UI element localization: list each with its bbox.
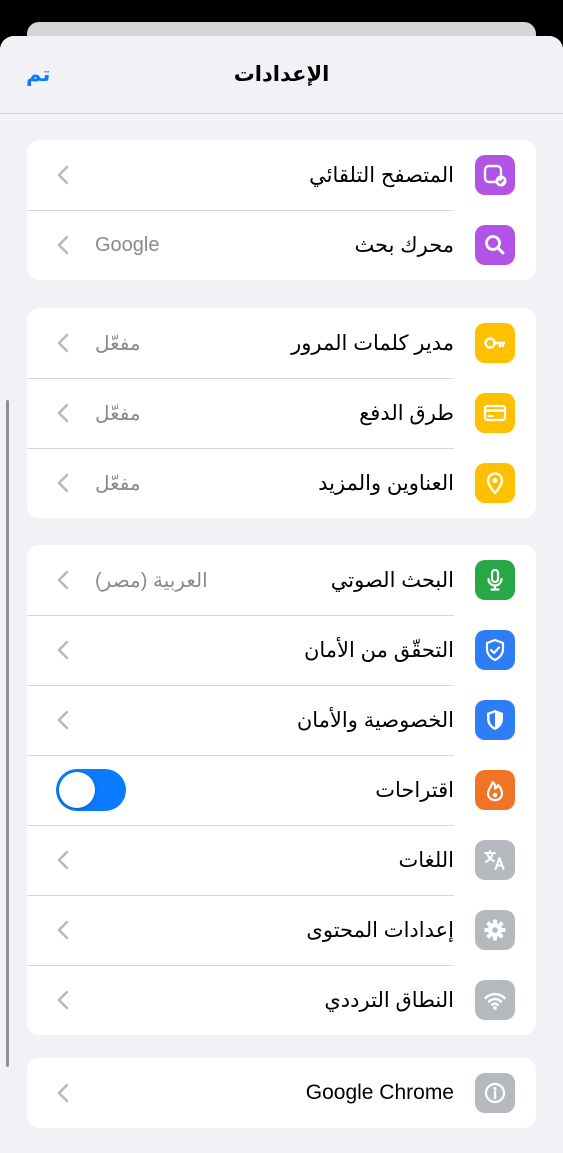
flame-icon xyxy=(475,770,515,810)
row-safety-check[interactable]: التحقّق من الأمان xyxy=(27,615,536,685)
chevron-left-icon xyxy=(53,333,69,353)
row-suggestions: اقتراحات xyxy=(27,755,536,825)
row-label: النطاق الترددي xyxy=(324,988,454,1012)
row-value: العربية (مصر) xyxy=(95,569,208,592)
chevron-left-icon xyxy=(53,1083,69,1103)
row-value: Google xyxy=(95,233,160,256)
credit-card-icon xyxy=(475,393,515,433)
chevron-left-icon xyxy=(53,473,69,493)
row-label: طرق الدفع xyxy=(359,401,454,425)
row-value: مفعّل xyxy=(95,472,141,495)
shield-check-icon xyxy=(475,630,515,670)
shield-icon xyxy=(475,700,515,740)
search-icon xyxy=(475,225,515,265)
row-label: العناوين والمزيد xyxy=(318,471,454,495)
chevron-left-icon xyxy=(53,640,69,660)
row-label: Google Chrome xyxy=(305,1081,454,1104)
row-voice-search[interactable]: البحث الصوتي العربية (مصر) xyxy=(27,545,536,615)
settings-group-general: البحث الصوتي العربية (مصر) التحقّق من ال… xyxy=(27,545,536,1035)
settings-group-autofill: مدير كلمات المرور مفعّل طرق الدفع مفعّل … xyxy=(27,308,536,518)
row-label: اللغات xyxy=(398,848,454,872)
row-addresses[interactable]: العناوين والمزيد مفعّل xyxy=(27,448,536,518)
row-google-chrome[interactable]: Google Chrome xyxy=(27,1058,536,1128)
settings-group-browser: المتصفح التلقائي محرك بحث Google xyxy=(27,140,536,280)
page-title: الإعدادات xyxy=(233,63,330,86)
row-label: إعدادات المحتوى xyxy=(306,918,454,942)
chevron-left-icon xyxy=(53,403,69,423)
chevron-left-icon xyxy=(53,990,69,1010)
row-label: محرك بحث xyxy=(354,233,454,257)
row-default-browser[interactable]: المتصفح التلقائي xyxy=(27,140,536,210)
key-icon xyxy=(475,323,515,363)
row-search-engine[interactable]: محرك بحث Google xyxy=(27,210,536,280)
row-label: المتصفح التلقائي xyxy=(309,163,454,187)
microphone-icon xyxy=(475,560,515,600)
gear-icon xyxy=(475,910,515,950)
browser-check-icon xyxy=(475,155,515,195)
location-pin-icon xyxy=(475,463,515,503)
row-privacy-security[interactable]: الخصوصية والأمان xyxy=(27,685,536,755)
row-password-manager[interactable]: مدير كلمات المرور مفعّل xyxy=(27,308,536,378)
chevron-left-icon xyxy=(53,570,69,590)
scroll-indicator[interactable] xyxy=(6,400,9,1067)
row-label: الخصوصية والأمان xyxy=(296,708,454,732)
suggestions-toggle[interactable] xyxy=(56,769,126,811)
chevron-left-icon xyxy=(53,235,69,255)
settings-group-about: Google Chrome xyxy=(27,1058,536,1128)
row-label: مدير كلمات المرور xyxy=(291,331,454,355)
row-content-settings[interactable]: إعدادات المحتوى xyxy=(27,895,536,965)
translate-icon xyxy=(475,840,515,880)
row-label: البحث الصوتي xyxy=(330,568,454,592)
chevron-left-icon xyxy=(53,850,69,870)
row-payment-methods[interactable]: طرق الدفع مفعّل xyxy=(27,378,536,448)
chevron-left-icon xyxy=(53,165,69,185)
nav-bar: تم الإعدادات xyxy=(0,36,563,114)
row-value: مفعّل xyxy=(95,332,141,355)
info-icon xyxy=(475,1073,515,1113)
row-value: مفعّل xyxy=(95,402,141,425)
wifi-icon xyxy=(475,980,515,1020)
row-label: اقتراحات xyxy=(375,778,454,802)
row-label: التحقّق من الأمان xyxy=(303,638,454,662)
chevron-left-icon xyxy=(53,710,69,730)
row-languages[interactable]: اللغات xyxy=(27,825,536,895)
chevron-left-icon xyxy=(53,920,69,940)
row-bandwidth[interactable]: النطاق الترددي xyxy=(27,965,536,1035)
toggle-knob xyxy=(59,772,95,808)
